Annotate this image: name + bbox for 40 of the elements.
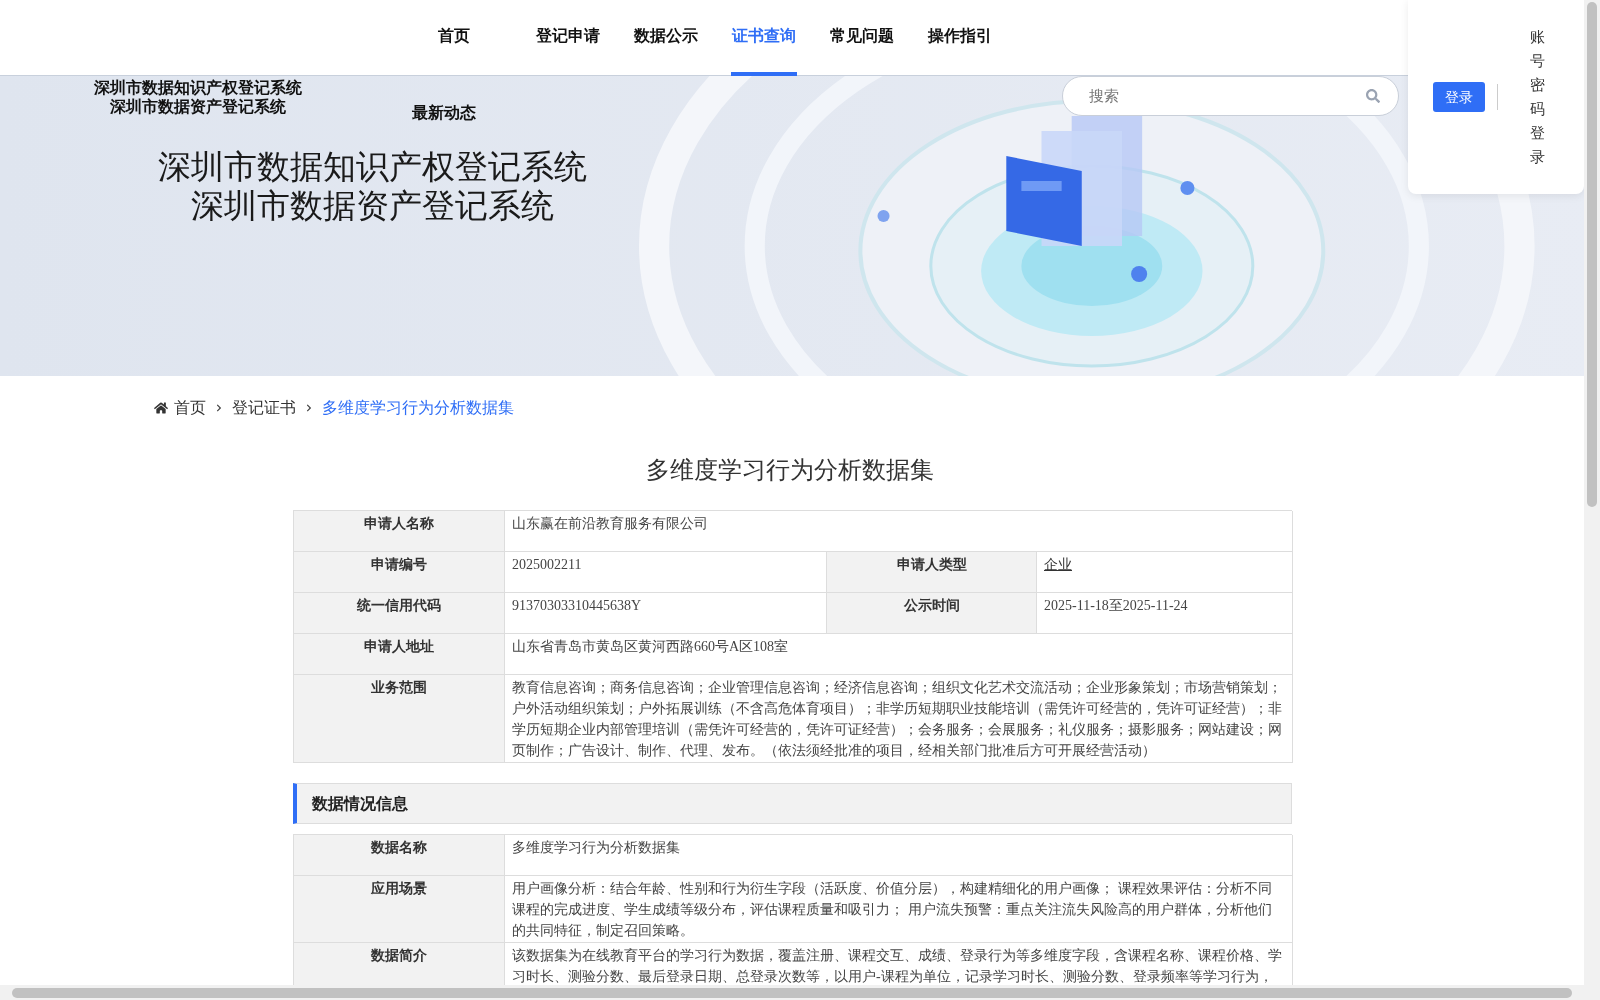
login-button[interactable]: 登录 (1433, 82, 1485, 112)
nav-tab[interactable]: 数据公示 (633, 0, 699, 76)
site-title: 深圳市数据资产登记系统 (110, 97, 286, 116)
nav-tab[interactable]: 首页 (437, 0, 471, 76)
section-header: 数据情况信息 (293, 783, 1292, 824)
nav-tab[interactable]: 操作指引 (927, 0, 993, 76)
vertical-scrollbar[interactable] (1584, 0, 1600, 985)
site-title: 深圳市数据知识产权登记系统 (94, 78, 302, 97)
horizontal-scrollbar[interactable] (0, 985, 1600, 1000)
news-link[interactable]: 最新动态 (412, 101, 476, 125)
table-label: 业务范围 (294, 675, 505, 763)
search-field[interactable]: 搜索 (1062, 76, 1399, 116)
breadcrumb-link[interactable]: 首页 (174, 396, 206, 420)
table-label: 数据名称 (294, 835, 505, 876)
table-label: 公示时间 (827, 593, 1037, 634)
table-label: 申请人名称 (294, 511, 505, 552)
breadcrumb-link[interactable]: 登记证书 (232, 396, 296, 420)
table-cell: 多维度学习行为分析数据集 (505, 835, 1293, 876)
nav-tab[interactable]: 常见问题 (829, 0, 895, 76)
breadcrumb-link[interactable]: 多维度学习行为分析数据集 (322, 396, 514, 420)
banner-title: 深圳市数据知识产权登记系统 (158, 148, 587, 187)
table-label: 申请编号 (294, 552, 505, 593)
table-cell: 用户画像分析：结合年龄、性别和行为衍生字段（活跃度、价值分层），构建精细化的用户画像； 课程效果评估：分析不同课程的完成进度、学生成绩等级分布，评估课程质量和吸引力； 用户流失预警：重点关注流失风险高的用户群体，分析他们的共同特征，制定召回策略。 (505, 876, 1293, 943)
page-title: 多维度学习行为分析数据集 (645, 456, 935, 485)
table-cell: 2025-11-18至2025-11-24 (1037, 593, 1293, 634)
nav-tab[interactable]: 登记申请 (535, 0, 601, 76)
table-label: 申请人地址 (294, 634, 505, 675)
table-cell: 教育信息咨询；商务信息咨询；企业管理信息咨询；经济信息咨询；组织文化艺术交流活动；企业形象策划；市场营销策划；户外活动组织策划；户外拓展训练（不含高危体育项目）；非学历短期职业技能培训（需凭许可经营的，凭许可证经营）；非学历短期企业内部管理培训（需凭许可经营的，凭许可证经营）；会务服务；会展服务；礼仪服务；摄影服务；网站建设；网页制作；广告设计、制作、代理、发布。（依法须经批准的项目，经相关部门批准后方可开展经营活动） (505, 675, 1293, 763)
table-cell: 91370303310445638Y (505, 593, 827, 634)
banner-title: 深圳市数据资产登记系统 (191, 187, 554, 226)
table-link[interactable]: 企业 (1037, 552, 1293, 593)
chevron-icon (305, 404, 313, 412)
chevron-icon (215, 404, 223, 412)
home-icon (154, 401, 168, 415)
table-label: 申请人类型 (827, 552, 1037, 593)
password-login-link[interactable]: 账号密码登录 (1530, 25, 1545, 169)
table-label: 统一信用代码 (294, 593, 505, 634)
search-icon[interactable] (1366, 89, 1380, 103)
table-label: 应用场景 (294, 876, 505, 943)
table-cell: 山东省青岛市黄岛区黄河西路660号A区108室 (505, 634, 1293, 675)
